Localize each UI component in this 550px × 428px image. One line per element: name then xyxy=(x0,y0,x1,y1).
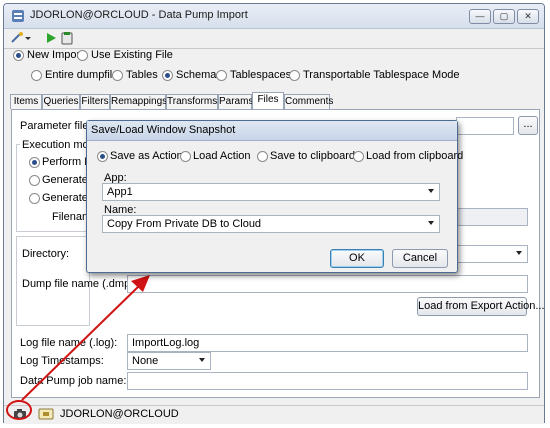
dump-file-label: Dump file name (.dmp): xyxy=(22,278,137,290)
save-as-action-label: Save as Action xyxy=(110,150,183,162)
clipboard-icon[interactable] xyxy=(60,31,74,45)
snapshot-dialog: Save/Load Window Snapshot Save as Action… xyxy=(86,120,463,273)
dialog-title-bar: Save/Load Window Snapshot xyxy=(87,121,457,141)
scope-tablespaces-radio[interactable] xyxy=(216,70,227,81)
app-icon xyxy=(12,10,24,22)
job-name-input[interactable] xyxy=(127,372,528,390)
tab-items[interactable]: Items xyxy=(10,94,42,109)
connection-icon[interactable] xyxy=(38,408,54,420)
scope-tables-radio[interactable] xyxy=(112,70,123,81)
chevron-down-icon xyxy=(516,251,522,255)
dump-file-input[interactable] xyxy=(127,275,528,293)
tab-filters[interactable]: Filters xyxy=(80,94,110,109)
new-import-label: New Import xyxy=(27,49,84,61)
chevron-down-icon xyxy=(428,189,434,193)
tab-transforms[interactable]: Transforms xyxy=(166,94,218,109)
directory-select[interactable] xyxy=(456,245,528,263)
filename-input[interactable] xyxy=(456,208,528,226)
load-action-label: Load Action xyxy=(193,150,251,162)
tab-comments[interactable]: Comments xyxy=(284,94,333,109)
save-as-action-radio[interactable] xyxy=(97,151,108,162)
scope-tables-label: Tables xyxy=(126,69,158,81)
directory-label: Directory: xyxy=(22,248,70,260)
scope-schemas-radio[interactable] xyxy=(162,70,173,81)
chevron-down-icon[interactable] xyxy=(24,31,32,45)
use-existing-file-radio[interactable] xyxy=(77,50,88,61)
title-bar: JDORLON@ORCLOUD - Data Pump Import — ▢ ✕ xyxy=(4,4,544,29)
exec-generate-par-radio[interactable] xyxy=(29,175,40,186)
save-to-clipboard-radio[interactable] xyxy=(257,151,268,162)
load-from-clipboard-label: Load from clipboard xyxy=(366,150,464,162)
ok-button[interactable]: OK xyxy=(330,249,384,268)
exec-generate-sql-radio[interactable] xyxy=(29,193,40,204)
load-from-export-action-button[interactable]: Load from Export Action... xyxy=(417,297,545,316)
tab-remappings[interactable]: Remappings xyxy=(110,94,167,109)
job-name-label: Data Pump job name: xyxy=(20,375,127,387)
scope-entire-dumpfile-radio[interactable] xyxy=(31,70,42,81)
exec-perform-import-radio[interactable] xyxy=(29,157,40,168)
parameter-file-input[interactable] xyxy=(456,117,514,135)
minimize-button[interactable]: — xyxy=(469,9,491,24)
tab-params[interactable]: Params xyxy=(218,94,253,109)
scope-transportable-label: Transportable Tablespace Mode xyxy=(303,69,460,81)
log-file-input[interactable]: ImportLog.log xyxy=(127,334,528,352)
scope-tablespaces-label: Tablespaces xyxy=(230,69,292,81)
load-action-radio[interactable] xyxy=(180,151,191,162)
use-existing-file-label: Use Existing File xyxy=(91,49,173,61)
window-title: JDORLON@ORCLOUD - Data Pump Import xyxy=(30,9,248,21)
parameter-file-browse-button[interactable]: ... xyxy=(518,116,538,135)
scope-transportable-radio[interactable] xyxy=(289,70,300,81)
chevron-down-icon xyxy=(199,358,205,362)
dialog-title: Save/Load Window Snapshot xyxy=(91,124,236,136)
app-combobox[interactable]: App1 xyxy=(102,183,440,201)
load-from-clipboard-radio[interactable] xyxy=(353,151,364,162)
tab-files[interactable]: Files xyxy=(252,92,284,110)
new-import-radio[interactable] xyxy=(13,50,24,61)
save-to-clipboard-label: Save to clipboard xyxy=(270,150,355,162)
close-button[interactable]: ✕ xyxy=(517,9,539,24)
cancel-button[interactable]: Cancel xyxy=(392,249,448,268)
log-timestamps-select[interactable]: None xyxy=(127,352,211,370)
app-value: App1 xyxy=(107,186,133,198)
scope-schemas-label: Schemas xyxy=(176,69,222,81)
name-value: Copy From Private DB to Cloud xyxy=(107,218,262,230)
scope-entire-dumpfile-label: Entire dumpfile xyxy=(45,69,119,81)
wand-icon[interactable] xyxy=(10,31,24,45)
name-combobox[interactable]: Copy From Private DB to Cloud xyxy=(102,215,440,233)
chevron-down-icon xyxy=(428,221,434,225)
toolbar-divider xyxy=(4,48,544,49)
log-file-label: Log file name (.log): xyxy=(20,337,118,349)
run-icon[interactable] xyxy=(44,31,58,45)
camera-icon[interactable] xyxy=(13,408,27,420)
tab-queries[interactable]: Queries xyxy=(42,94,80,109)
log-timestamps-label: Log Timestamps: xyxy=(20,355,104,367)
log-timestamps-value: None xyxy=(132,355,159,367)
status-connection: JDORLON@ORCLOUD xyxy=(60,408,179,420)
maximize-button[interactable]: ▢ xyxy=(493,9,515,24)
